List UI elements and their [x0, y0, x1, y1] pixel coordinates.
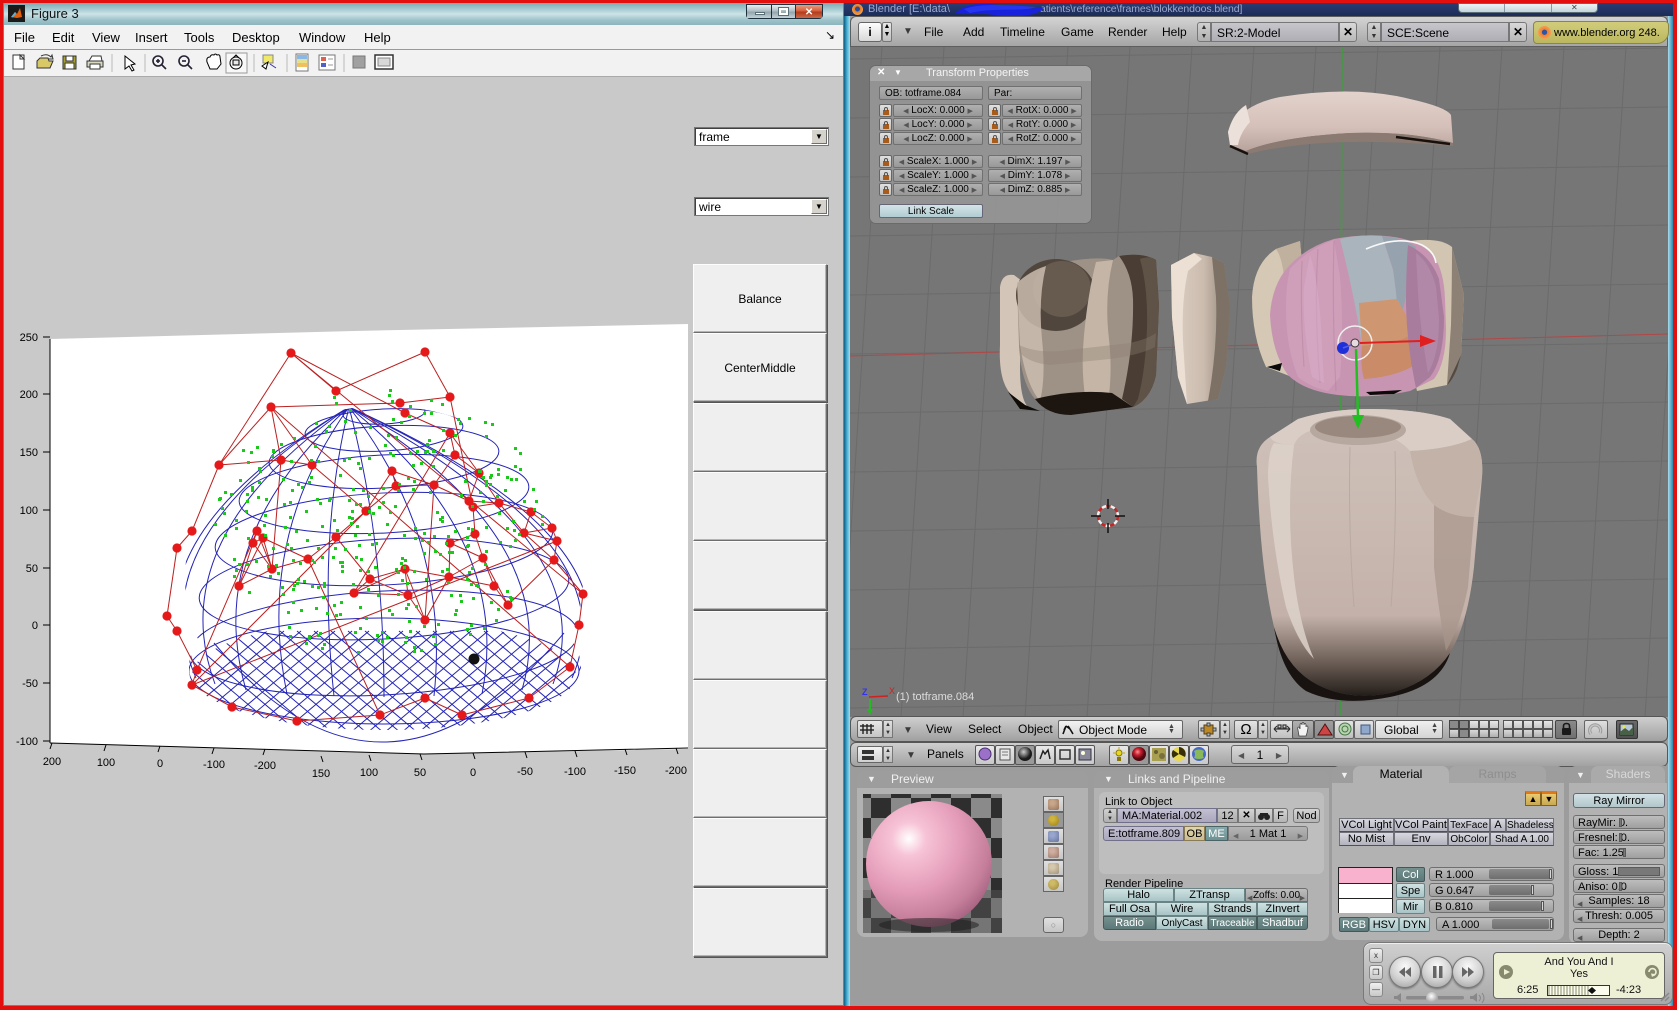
svg-text:Z: Z — [862, 687, 868, 697]
svg-text:100: 100 — [20, 505, 38, 517]
svg-text:200: 200 — [20, 389, 38, 401]
svg-text:-50: -50 — [517, 766, 533, 778]
svg-text:100: 100 — [360, 767, 378, 779]
svg-text:X: X — [889, 686, 895, 696]
svg-text:0: 0 — [157, 758, 163, 770]
svg-text:-100: -100 — [16, 736, 38, 748]
svg-text:100: 100 — [97, 757, 115, 769]
svg-text:0: 0 — [470, 767, 476, 779]
svg-text:150: 150 — [312, 768, 330, 780]
svg-text:50: 50 — [26, 563, 38, 575]
svg-text:-100: -100 — [564, 766, 586, 778]
svg-text:-50: -50 — [22, 678, 38, 690]
svg-text:-200: -200 — [254, 760, 276, 772]
svg-text:-100: -100 — [203, 759, 225, 771]
svg-text:250: 250 — [20, 332, 38, 344]
svg-text:200: 200 — [43, 756, 61, 768]
svg-text:-150: -150 — [614, 765, 636, 777]
svg-text:50: 50 — [414, 767, 426, 779]
svg-text:0: 0 — [32, 620, 38, 632]
svg-text:-200: -200 — [665, 765, 687, 777]
svg-text:150: 150 — [20, 447, 38, 459]
